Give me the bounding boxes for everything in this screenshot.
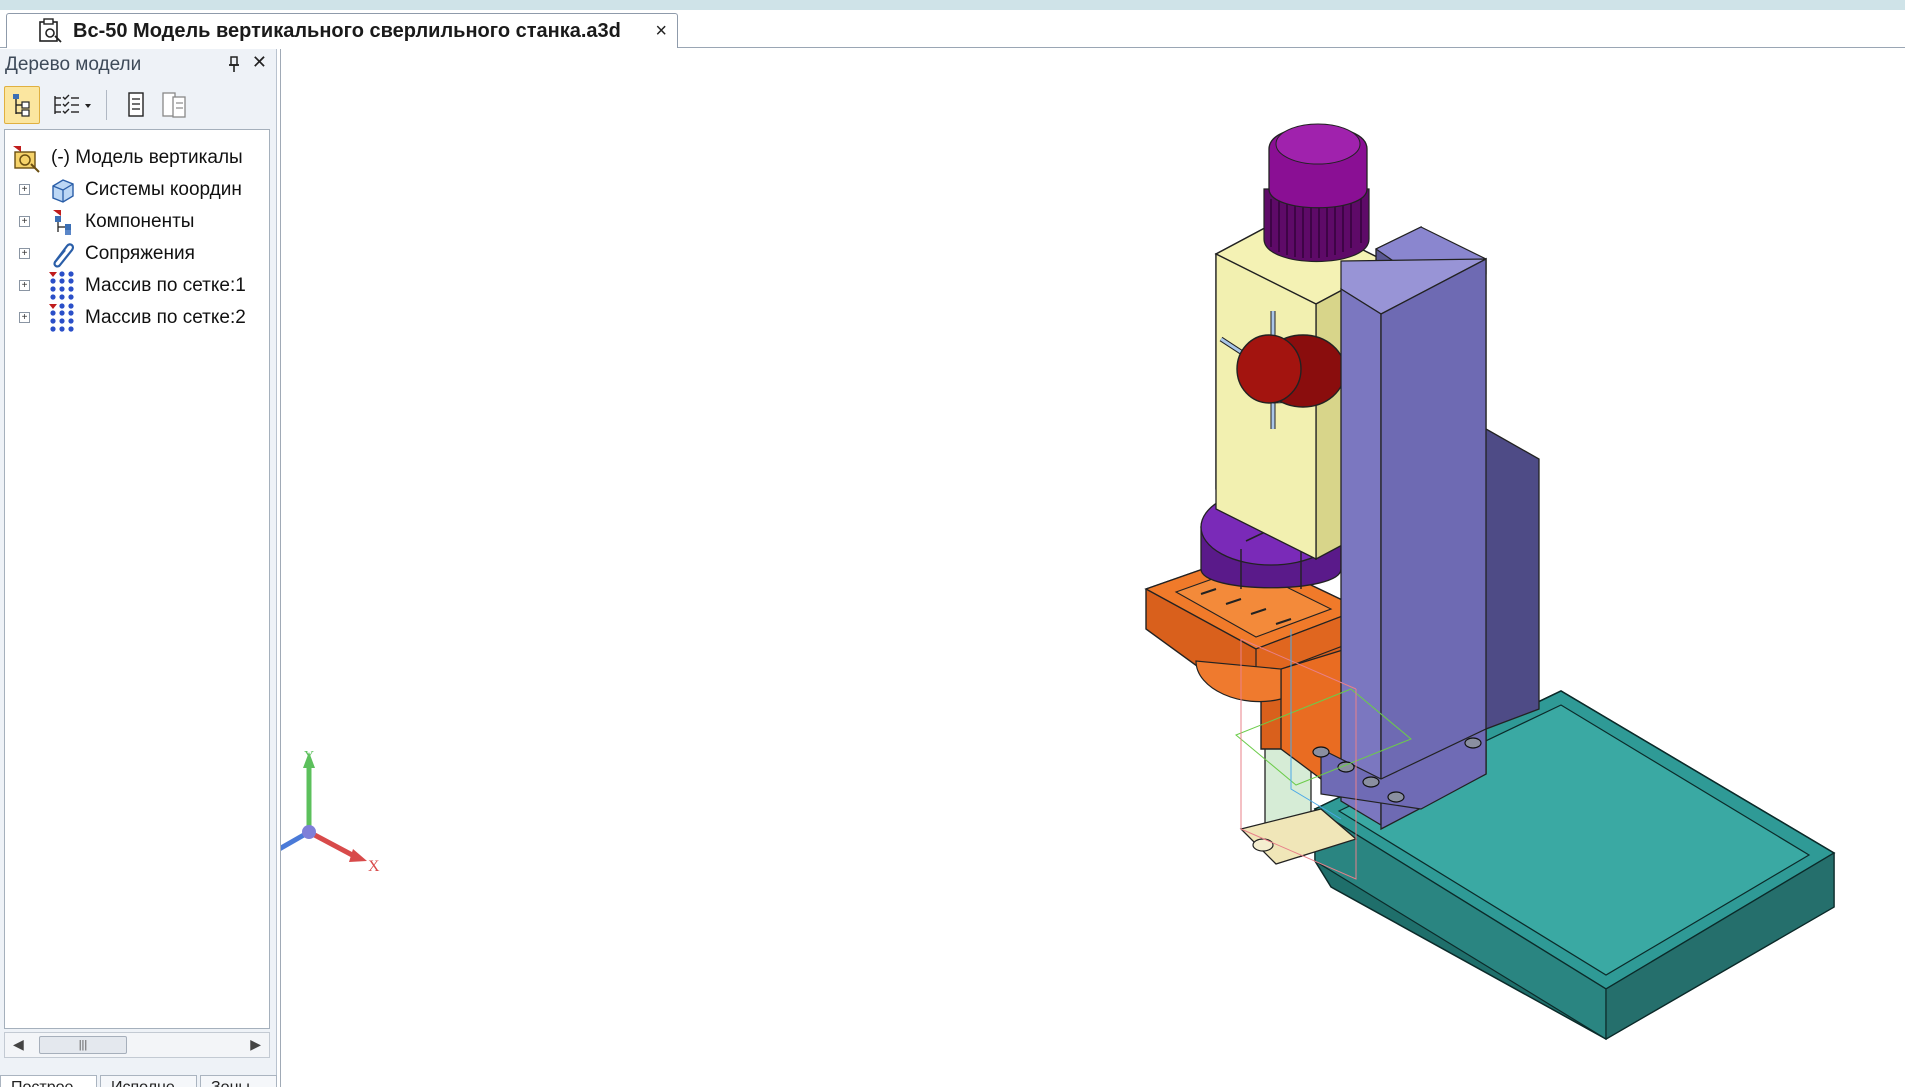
- 3d-viewport[interactable]: Y X Z: [280, 49, 1905, 1087]
- panel-title: Дерево модели: [5, 53, 142, 75]
- assembly-document-icon: [39, 18, 62, 43]
- model-tree: (-) Модель вертикалы + Системы координ +: [4, 129, 270, 1029]
- grid-array-icon: [49, 303, 74, 332]
- tree-horizontal-scrollbar[interactable]: ◀ ||| ▶: [4, 1032, 270, 1058]
- scrollbar-thumb[interactable]: |||: [39, 1036, 127, 1054]
- tree-item-coordinate-systems[interactable]: + Системы координ: [19, 174, 281, 206]
- tree-root-item[interactable]: (-) Модель вертикалы: [9, 142, 271, 174]
- page-button[interactable]: [122, 86, 150, 124]
- grid-array-icon: [49, 271, 74, 300]
- expand-icon[interactable]: +: [19, 248, 30, 259]
- drill-press-model: Y X Z: [281, 123, 1836, 1041]
- tab-variants[interactable]: Исполне: [100, 1075, 197, 1087]
- page-icon: [128, 92, 144, 117]
- tree-filter-dropdown-icon: [54, 94, 91, 114]
- document-tab[interactable]: Вс-50 Модель вертикального сверлильного …: [6, 13, 678, 48]
- document-tab-title: Вс-50 Модель вертикального сверлильного …: [73, 19, 621, 42]
- tree-structure-button[interactable]: [4, 86, 40, 124]
- components-icon: [53, 210, 71, 235]
- tree-item-grid-array-1[interactable]: + Массив по сетке:1: [19, 270, 281, 302]
- tree-structure-icon: [13, 94, 30, 117]
- model-tree-panel: Дерево модели ✕ (-) Модель вертикалы + С…: [0, 49, 277, 1087]
- motor-cap: [1263, 123, 1370, 262]
- coordinate-system-icon: [52, 179, 74, 203]
- tree-item-grid-array-2[interactable]: + Массив по сетке:2: [19, 302, 281, 334]
- assembly-icon: [13, 146, 40, 173]
- tree-item-label: Сопряжения: [85, 243, 195, 264]
- expand-icon[interactable]: +: [19, 216, 30, 227]
- expand-icon[interactable]: +: [19, 312, 30, 323]
- page-split-button[interactable]: [158, 86, 190, 124]
- pin-icon[interactable]: [227, 56, 241, 74]
- tree-item-label: Массив по сетке:2: [85, 307, 246, 328]
- application-window: Вс-50 Модель вертикального сверлильного …: [0, 0, 1905, 1087]
- tab-zones[interactable]: Зоны: [200, 1075, 277, 1087]
- panel-header: Дерево модели ✕: [0, 49, 277, 80]
- close-panel-icon[interactable]: ✕: [252, 52, 267, 73]
- paperclip-icon: [53, 243, 75, 268]
- expand-icon[interactable]: +: [19, 280, 30, 291]
- scroll-right-arrow-icon[interactable]: ▶: [250, 1036, 261, 1053]
- tree-item-label: Компоненты: [85, 211, 195, 232]
- x-axis-label: X: [368, 858, 380, 875]
- toolbar-separator: [106, 90, 107, 120]
- scroll-left-arrow-icon[interactable]: ◀: [13, 1036, 24, 1053]
- axis-triad: Y X Z: [281, 749, 380, 875]
- close-tab-icon[interactable]: ×: [655, 20, 667, 43]
- y-axis-label: Y: [304, 749, 314, 764]
- tab-build[interactable]: Построе: [0, 1075, 97, 1087]
- tree-item-label: Системы координ: [85, 179, 242, 200]
- title-strip: [0, 0, 1905, 10]
- tree-root-label: (-) Модель вертикалы: [51, 147, 243, 168]
- document-tab-bar: Вс-50 Модель вертикального сверлильного …: [0, 10, 1905, 48]
- tree-toolbar: [0, 82, 277, 126]
- panel-bottom-tabs: Построе Исполне Зоны: [0, 1073, 277, 1087]
- tree-item-components[interactable]: + Компоненты: [19, 206, 281, 238]
- tree-filter-button[interactable]: [48, 86, 98, 124]
- page-split-icon: [162, 92, 186, 118]
- tree-item-label: Массив по сетке:1: [85, 275, 246, 296]
- tree-item-mates[interactable]: + Сопряжения: [19, 238, 281, 270]
- expand-icon[interactable]: +: [19, 184, 30, 195]
